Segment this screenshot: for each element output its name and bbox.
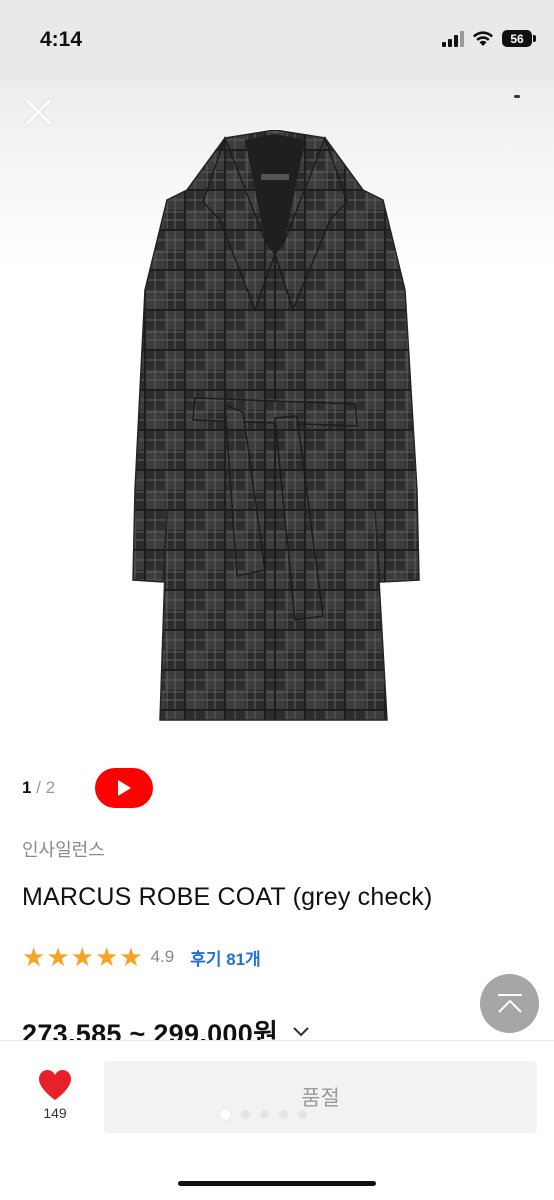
rating-value: 4.9 [150,947,175,966]
rating-stars: ★ ★ ★ ★ ★ [22,944,143,970]
carousel-dots [220,1109,307,1120]
carousel-dot-active [220,1109,231,1120]
scroll-top-button[interactable] [480,974,539,1033]
menu-dot [514,95,520,98]
status-icons: 56 [442,30,536,47]
page-separator: / [31,778,46,797]
product-image-gallery[interactable] [0,80,554,750]
battery-level: 56 [502,30,532,47]
product-coat-image [132,130,420,721]
like-button[interactable]: 149 [20,1069,90,1121]
brand-name[interactable]: 인사일런스 [22,836,105,862]
total-pages: 2 [45,778,56,797]
carousel-dot [260,1110,269,1119]
heart-icon [39,1070,71,1100]
review-count-link[interactable]: 후기 81개 [190,945,261,970]
bottom-purchase-bar: 149 품절 [0,1040,554,1200]
chevron-down-icon[interactable] [292,1026,310,1038]
soldout-button[interactable]: 품절 [104,1061,537,1133]
close-icon[interactable] [22,95,56,129]
star-icon: ★ [46,942,70,972]
status-bar: 4:14 56 [0,0,554,80]
star-icon: ★ [119,942,143,972]
gallery-controls: 1 / 2 [22,768,154,808]
star-icon: ★ [22,942,46,972]
rating-row: ★ ★ ★ ★ ★ 4.9 후기 81개 [22,944,261,970]
youtube-play-icon [118,780,132,796]
wifi-icon [473,31,493,46]
scroll-top-icon [497,993,522,1013]
youtube-play-button[interactable] [95,768,154,808]
home-indicator[interactable] [178,1181,376,1186]
star-icon: ★ [94,942,119,972]
carousel-dot [241,1110,250,1119]
carousel-dot [298,1110,307,1119]
battery-icon: 56 [502,30,536,47]
star-icon: ★ [70,942,94,972]
product-title: MARCUS ROBE COAT (grey check) [22,883,433,911]
status-time: 4:14 [40,28,83,51]
like-count: 149 [43,1105,67,1121]
signal-icon [442,30,464,47]
carousel-dot [279,1110,288,1119]
gallery-page-indicator: 1 / 2 [22,778,55,798]
